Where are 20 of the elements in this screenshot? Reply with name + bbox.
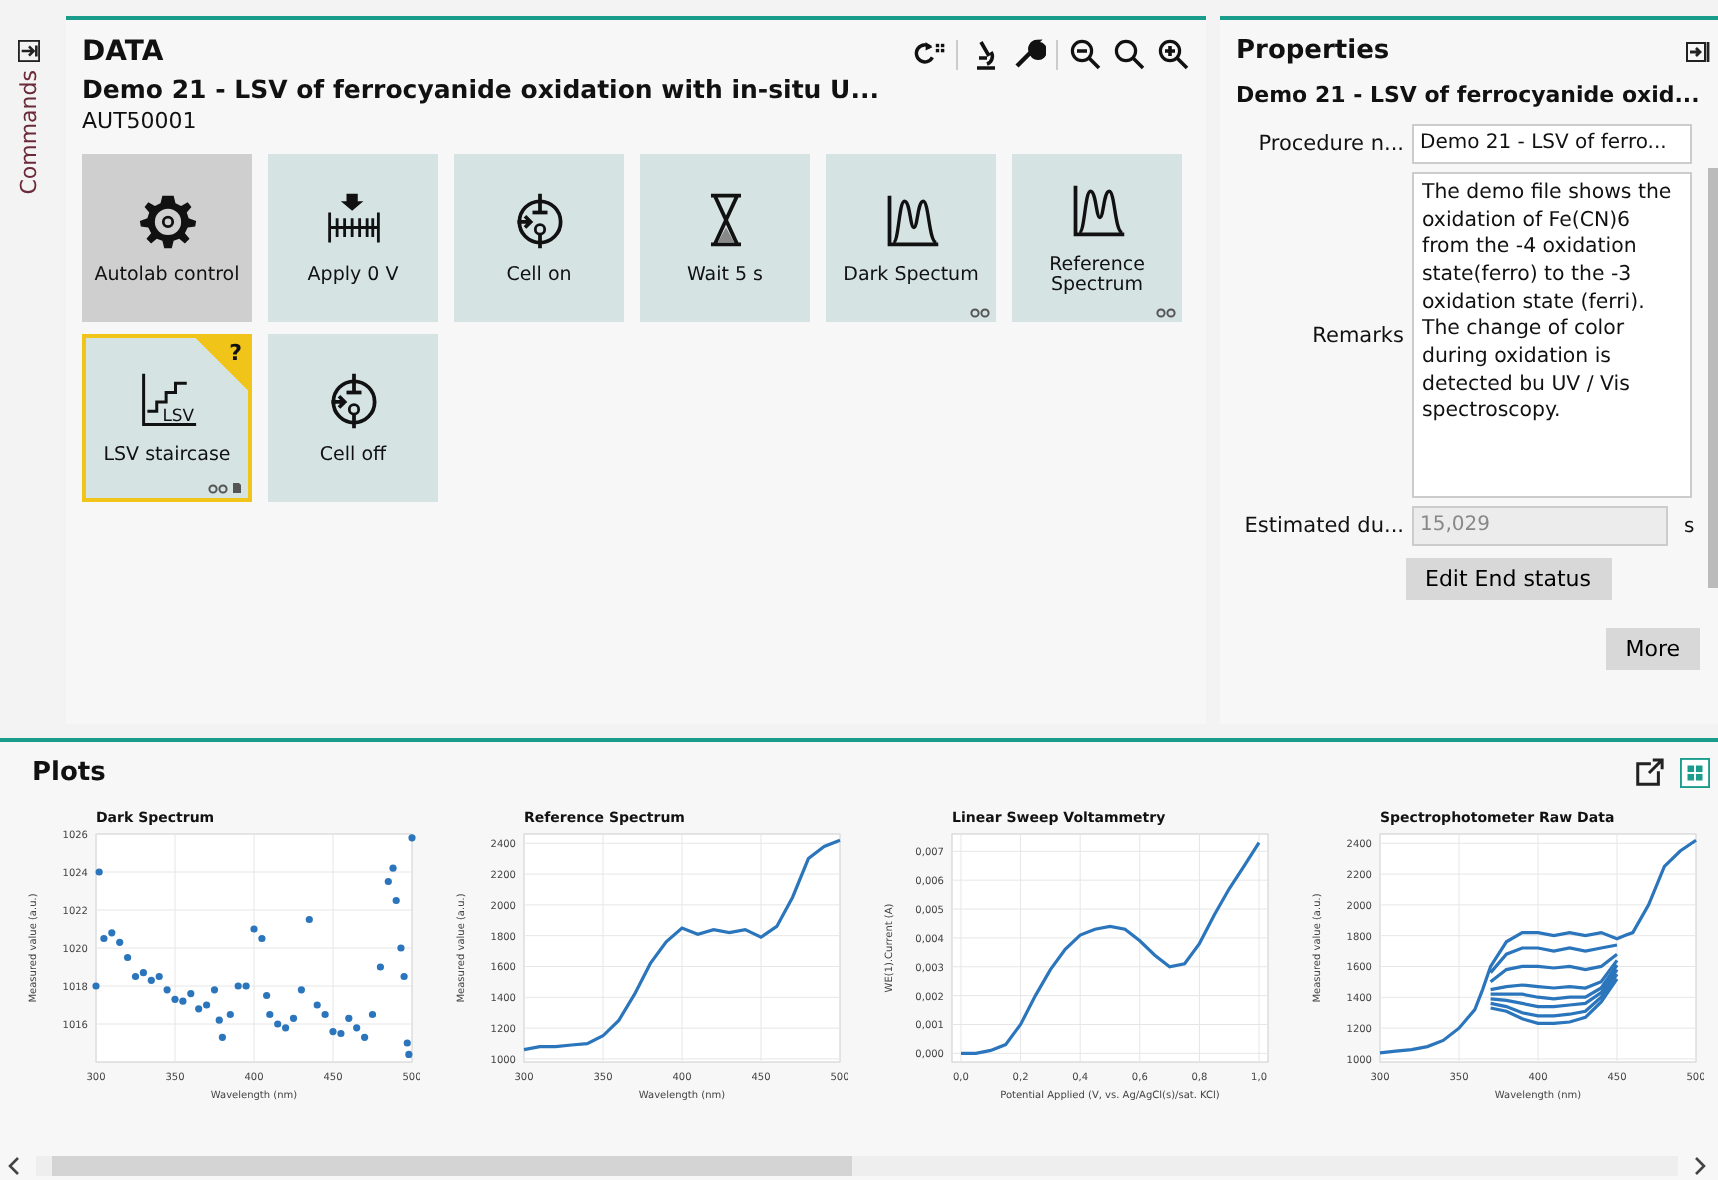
unit-label: s (1684, 515, 1695, 537)
tile-label: LSV staircase (103, 446, 231, 466)
tile-label: Autolab control (94, 266, 240, 286)
instrument-id: AUT50001 (82, 108, 199, 134)
field-label: Procedure n... (1256, 132, 1404, 156)
procedure-title: Demo 21 - LSV of ferrocyanide oxidation with in-situ U... (82, 74, 879, 104)
warning-badge: ? (196, 338, 248, 390)
field-label: Estimated du... (1242, 514, 1404, 538)
tile-label: Cell off (319, 446, 387, 466)
field-label: Remarks (1310, 323, 1404, 347)
panel-title: DATA (82, 36, 166, 68)
panel-title: Properties (1236, 36, 1390, 66)
tile-label: Wait 5 s (686, 266, 763, 286)
tile-label: Dark Spectum (843, 266, 979, 286)
panel-title: Plots (32, 758, 106, 788)
tile-label: Cell on (506, 266, 572, 286)
icon-label: LSV (161, 404, 193, 425)
tile-label: Reference Spectrum (1047, 256, 1147, 296)
tile-label: Apply 0 V (307, 266, 399, 286)
procedure-title: Demo 21 - LSV of ferrocyanide oxid... (1236, 82, 1702, 108)
